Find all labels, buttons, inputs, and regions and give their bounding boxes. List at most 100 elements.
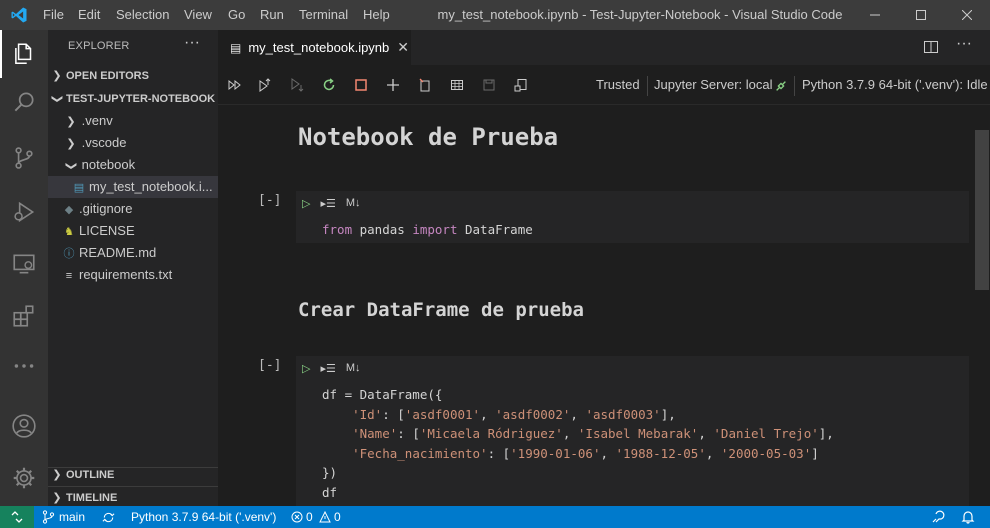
split-editor-icon[interactable]: [923, 39, 939, 55]
markdown-heading: Crear DataFrame de prueba: [298, 299, 584, 321]
variables-grid-icon: [451, 80, 463, 90]
project-label: TEST-JUPYTER-NOTEBOOK: [66, 93, 216, 105]
tree-item-label: .gitignore: [79, 201, 133, 216]
change-to-markdown-button[interactable]: M↓: [346, 197, 361, 209]
menu-edit[interactable]: Edit: [78, 0, 100, 30]
clear-outputs-button[interactable]: [415, 75, 435, 95]
menu-selection[interactable]: Selection: [116, 0, 169, 30]
code-token: '1988-12-05': [615, 445, 706, 461]
menu-terminal[interactable]: Terminal: [299, 0, 348, 30]
activity-extensions[interactable]: [0, 292, 48, 340]
more-actions-icon[interactable]: ···: [956, 35, 972, 53]
close-window-button[interactable]: [944, 0, 990, 30]
menu-go[interactable]: Go: [228, 0, 245, 30]
code-editor[interactable]: from pandas import DataFrame: [322, 220, 533, 240]
code-token: 'Id': [352, 406, 383, 422]
tree-folder-venv[interactable]: ❯ .venv: [48, 110, 218, 132]
chevron-right-icon: ❯: [66, 138, 76, 150]
menu-run[interactable]: Run: [260, 0, 284, 30]
code-token: DataFrame: [457, 222, 533, 237]
code-editor[interactable]: df = DataFrame({ 'Id': ['asdf0001', 'asd…: [322, 385, 834, 502]
tree-file-notebook[interactable]: ▤ my_test_notebook.i...: [48, 176, 218, 198]
run-above-button[interactable]: [255, 75, 275, 95]
restart-kernel-button[interactable]: [319, 75, 339, 95]
activity-manage[interactable]: [0, 454, 48, 502]
interrupt-kernel-button[interactable]: [351, 75, 371, 95]
warning-count[interactable]: 0: [334, 506, 341, 528]
add-cell-button[interactable]: [383, 75, 403, 95]
menu-help[interactable]: Help: [363, 0, 390, 30]
jupyter-server-status[interactable]: Jupyter Server: local: [654, 65, 773, 105]
tree-file-readme[interactable]: ⓘ README.md: [48, 242, 218, 264]
chevron-down-icon: ❯: [51, 94, 63, 104]
code-token: '2000-05-03': [720, 445, 812, 461]
tree-folder-notebook[interactable]: ❯ notebook: [48, 154, 218, 176]
activity-run-debug[interactable]: [0, 188, 48, 236]
tree-file-license[interactable]: ♞ LICENSE: [48, 220, 218, 242]
maximize-button[interactable]: [898, 0, 944, 30]
tree-item-label: my_test_notebook.i...: [89, 179, 213, 194]
run-all-button[interactable]: [225, 75, 245, 95]
code-line: }): [322, 465, 338, 480]
activity-search[interactable]: [0, 78, 48, 126]
notebook-toolbar: Trusted Jupyter Server: local Python 3.7…: [218, 65, 990, 105]
outline-section[interactable]: ❯ OUTLINE: [48, 464, 218, 486]
open-editors-section[interactable]: ❯ OPEN EDITORS: [48, 65, 218, 87]
run-by-line-icon[interactable]: ▸☰: [320, 362, 335, 375]
close-tab-icon[interactable]: ✕: [397, 39, 409, 56]
status-bar: main Python 3.7.9 64-bit ('.venv') 0 0: [0, 506, 990, 528]
editor-scrollbar-thumb[interactable]: [975, 130, 989, 290]
run-cell-icon[interactable]: ▷: [302, 197, 310, 210]
remote-explorer-icon: [13, 254, 35, 274]
timeline-section[interactable]: ❯ TIMELINE: [48, 486, 218, 508]
minimize-button[interactable]: [852, 0, 898, 30]
project-section[interactable]: ❯ TEST-JUPYTER-NOTEBOOK: [48, 88, 218, 110]
code-token: 'Name': [352, 426, 398, 441]
run-cell-icon[interactable]: ▷: [302, 362, 310, 375]
run-by-line-icon[interactable]: ▸☰: [320, 197, 335, 210]
code-cell[interactable]: ▷ ▸☰ M↓ df = DataFrame({ 'Id': ['asdf000…: [296, 356, 969, 506]
feedback-icon[interactable]: [931, 510, 945, 524]
tree-file-gitignore[interactable]: ◆ .gitignore: [48, 198, 218, 220]
title-bar: File Edit Selection View Go Run Terminal…: [0, 0, 990, 30]
git-branch[interactable]: main: [59, 506, 85, 528]
change-to-markdown-button[interactable]: M↓: [346, 362, 361, 374]
activity-source-control[interactable]: [0, 134, 48, 182]
run-below-button[interactable]: [287, 75, 307, 95]
activity-explorer[interactable]: [0, 30, 48, 78]
maximize-icon: [916, 10, 926, 20]
menu-file[interactable]: File: [43, 0, 64, 30]
info-file-icon: ⓘ: [63, 248, 75, 260]
error-count[interactable]: 0: [306, 506, 313, 528]
kernel-status[interactable]: Python 3.7.9 64-bit ('.venv'): Idle: [802, 65, 988, 105]
export-button[interactable]: [511, 75, 531, 95]
activity-remote-explorer[interactable]: [0, 240, 48, 288]
export-icon: [514, 79, 527, 92]
activity-more[interactable]: [0, 342, 48, 390]
code-cell[interactable]: ▷ ▸☰ M↓ from pandas import DataFrame: [296, 191, 969, 243]
open-editors-label: OPEN EDITORS: [66, 70, 149, 82]
variables-button[interactable]: [447, 75, 467, 95]
menu-view[interactable]: View: [184, 0, 212, 30]
remote-indicator[interactable]: [0, 506, 34, 528]
tree-folder-vscode[interactable]: ❯ .vscode: [48, 132, 218, 154]
explorer-icon: [15, 43, 32, 64]
tree-item-label: requirements.txt: [79, 267, 173, 282]
chevron-down-icon: ❯: [65, 161, 77, 171]
run-debug-icon: [14, 201, 35, 223]
sync-icon[interactable]: [102, 511, 115, 524]
python-interpreter[interactable]: Python 3.7.9 64-bit ('.venv'): [131, 506, 276, 528]
activity-accounts[interactable]: [0, 402, 48, 450]
code-token: 'Daniel Trejo': [713, 426, 819, 441]
plus-icon: [387, 79, 399, 91]
tree-file-requirements[interactable]: ≡ requirements.txt: [48, 264, 218, 286]
editor-tab-bar: ▤ my_test_notebook.ipynb ✕ ···: [218, 30, 990, 65]
explorer-more-actions[interactable]: ···: [184, 34, 200, 52]
notifications-bell-icon[interactable]: [961, 510, 975, 524]
trusted-status[interactable]: Trusted: [596, 65, 640, 105]
code-token: pandas: [352, 222, 413, 237]
notebook-body: Notebook de Prueba [-] ▷ ▸☰ M↓ from pand…: [218, 105, 990, 506]
save-button[interactable]: [479, 75, 499, 95]
run-all-icon: [228, 79, 241, 91]
tab-notebook[interactable]: ▤ my_test_notebook.ipynb ✕: [218, 30, 411, 65]
